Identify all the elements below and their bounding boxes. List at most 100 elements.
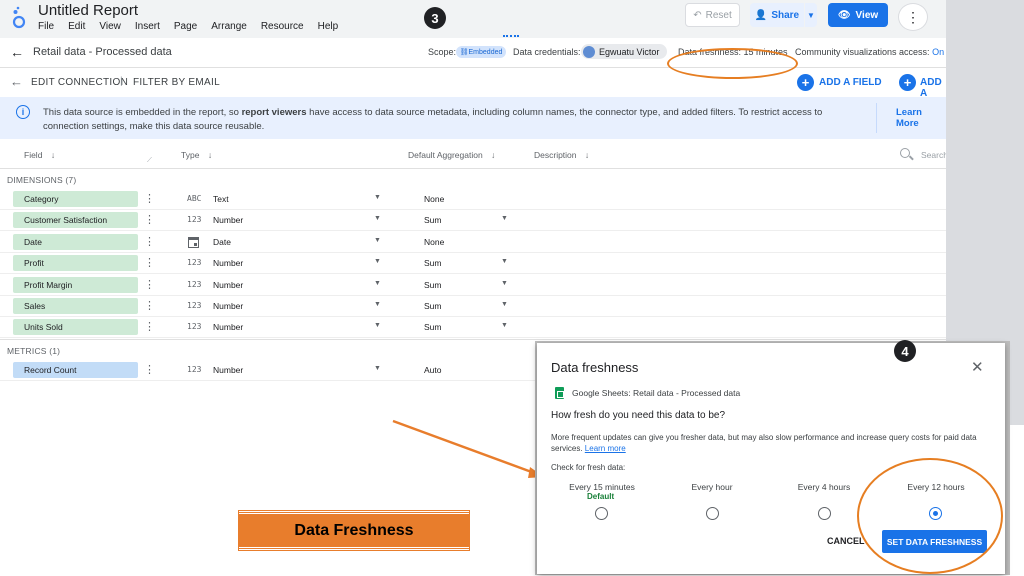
datasource-name[interactable]: Retail data - Processed data [33, 46, 172, 58]
field-aggregation[interactable]: Sum [424, 301, 441, 311]
radio-4-hours[interactable] [818, 507, 831, 520]
field-aggregation[interactable]: None [424, 194, 444, 204]
more-vert-icon[interactable]: ⋮ [144, 320, 155, 334]
field-name-chip[interactable]: Sales [13, 298, 138, 314]
cancel-button[interactable]: CANCEL [827, 536, 865, 546]
more-vert-icon[interactable]: ⋮ [144, 213, 155, 227]
learn-more-link[interactable]: Learn More [896, 107, 946, 129]
type-dropdown-icon[interactable]: ▼ [374, 215, 381, 222]
field-name-chip[interactable]: Date [13, 233, 138, 250]
share-button[interactable]: 👤 Share [750, 3, 804, 27]
field-type[interactable]: Date [213, 237, 231, 247]
field-type[interactable]: Number [213, 258, 243, 268]
aggregation-column-header[interactable]: Default Aggregation ↓ [408, 150, 495, 160]
filter-by-email-button[interactable]: FILTER BY EMAIL [133, 77, 220, 88]
embedded-info-banner: i This data source is embedded in the re… [0, 97, 946, 139]
more-vert-icon[interactable]: ⋮ [144, 235, 155, 249]
radio-every-hour[interactable] [706, 507, 719, 520]
type-dropdown-icon[interactable]: ▼ [374, 237, 381, 244]
menu-bar: File Edit View Insert Page Arrange Resou… [38, 21, 338, 32]
more-vert-icon[interactable]: ⋮ [144, 299, 155, 313]
highlight-oval-freshness [667, 48, 798, 79]
description-column-header[interactable]: Description ↓ [534, 150, 589, 160]
looker-studio-logo [12, 6, 26, 29]
field-name-chip[interactable]: Record Count [13, 362, 138, 378]
back-arrow-icon[interactable]: ← [10, 74, 23, 89]
add-person-icon: 👤 [754, 9, 768, 21]
menu-edit[interactable]: Edit [68, 21, 85, 32]
field-column-header[interactable]: Field ↓ [24, 150, 55, 160]
aggregation-dropdown-icon[interactable]: ▼ [501, 215, 508, 222]
type-dropdown-icon[interactable]: ▼ [374, 280, 381, 287]
menu-file[interactable]: File [38, 21, 54, 32]
search-fields-input[interactable]: Search [921, 150, 946, 160]
close-icon[interactable]: ✕ [971, 358, 984, 376]
more-vert-icon[interactable]: ⋮ [144, 363, 155, 377]
resize-handle-icon[interactable]: ⟋ [147, 157, 152, 165]
dialog-learn-more-link[interactable]: Learn more [585, 444, 626, 453]
field-name-chip[interactable]: Category [13, 191, 138, 207]
field-aggregation[interactable]: Sum [424, 322, 441, 332]
more-vert-icon[interactable]: ⋮ [144, 278, 155, 292]
field-aggregation[interactable]: Sum [424, 215, 441, 225]
field-type[interactable]: Number [213, 322, 243, 332]
field-aggregation[interactable]: Auto [424, 365, 442, 375]
field-row: Customer Satisfaction ⋮ 123 Number ▼ Sum ▼ [0, 210, 946, 232]
menu-help[interactable]: Help [318, 21, 339, 32]
menu-page[interactable]: Page [174, 21, 197, 32]
option-15-minutes-label: Every 15 minutes [569, 482, 635, 492]
back-arrow-icon[interactable]: ← [10, 44, 24, 60]
radio-15-minutes[interactable] [595, 507, 608, 520]
menu-insert[interactable]: Insert [135, 21, 160, 32]
field-type[interactable]: Number [213, 215, 243, 225]
reset-button[interactable]: ↶ Reset [685, 3, 740, 27]
credentials-chip[interactable]: Egwuatu Victor [581, 44, 667, 59]
aggregation-dropdown-icon[interactable]: ▼ [501, 280, 508, 287]
menu-view[interactable]: View [99, 21, 121, 32]
eye-icon: 👁 [837, 9, 851, 21]
aggregation-dropdown-icon[interactable]: ▼ [501, 322, 508, 329]
field-type[interactable]: Number [213, 301, 243, 311]
banner-text: This data source is embedded in the repo… [43, 106, 843, 134]
menu-arrange[interactable]: Arrange [211, 21, 247, 32]
report-title[interactable]: Untitled Report [38, 2, 138, 19]
more-vert-icon[interactable]: ⋮ [144, 192, 155, 206]
field-name-chip[interactable]: Units Sold [13, 319, 138, 336]
field-type[interactable]: Number [213, 365, 243, 375]
share-label: Share [771, 9, 800, 21]
type-header-label: Type [181, 150, 200, 160]
field-aggregation[interactable]: None [424, 237, 444, 247]
add-parameter-button[interactable]: ADD A [920, 77, 946, 99]
add-field-icon[interactable]: + [797, 74, 814, 91]
aggregation-dropdown-icon[interactable]: ▼ [501, 258, 508, 265]
more-options-button[interactable]: ⋮ [898, 3, 928, 31]
scope-chip[interactable]: ⛓ Embedded [456, 46, 506, 58]
description-header-label: Description [534, 150, 577, 160]
edit-connection-button[interactable]: EDIT CONNECTION [31, 77, 128, 88]
field-aggregation[interactable]: Sum [424, 280, 441, 290]
type-dropdown-icon[interactable]: ▼ [374, 258, 381, 265]
type-dropdown-icon[interactable]: ▼ [374, 301, 381, 308]
community-label: Community visualizations access: [795, 47, 930, 57]
info-icon: i [16, 105, 30, 119]
field-name-chip[interactable]: Profit [13, 255, 138, 272]
datasource-bar: ← Retail data - Processed data Scope: ⛓ … [0, 38, 946, 68]
add-parameter-icon[interactable]: + [899, 74, 916, 91]
type-dropdown-icon[interactable]: ▼ [374, 194, 381, 201]
field-name-chip[interactable]: Customer Satisfaction [13, 212, 138, 229]
aggregation-dropdown-icon[interactable]: ▼ [501, 301, 508, 308]
share-dropdown-button[interactable]: ▼ [805, 3, 817, 27]
field-name-chip[interactable]: Profit Margin [13, 276, 138, 293]
community-visualizations[interactable]: Community visualizations access: On [795, 47, 944, 57]
field-type[interactable]: Text [213, 194, 229, 204]
field-aggregation[interactable]: Sum [424, 258, 441, 268]
type-dropdown-icon[interactable]: ▼ [374, 365, 381, 372]
more-vert-icon[interactable]: ⋮ [144, 256, 155, 270]
type-column-header[interactable]: Type ↓ [181, 150, 212, 160]
field-row: Sales ⋮ 123 Number ▼ Sum ▼ [0, 296, 946, 317]
add-field-button[interactable]: ADD A FIELD [819, 77, 882, 88]
view-button[interactable]: 👁 View [828, 3, 888, 27]
type-dropdown-icon[interactable]: ▼ [374, 322, 381, 329]
menu-resource[interactable]: Resource [261, 21, 304, 32]
field-type[interactable]: Number [213, 280, 243, 290]
